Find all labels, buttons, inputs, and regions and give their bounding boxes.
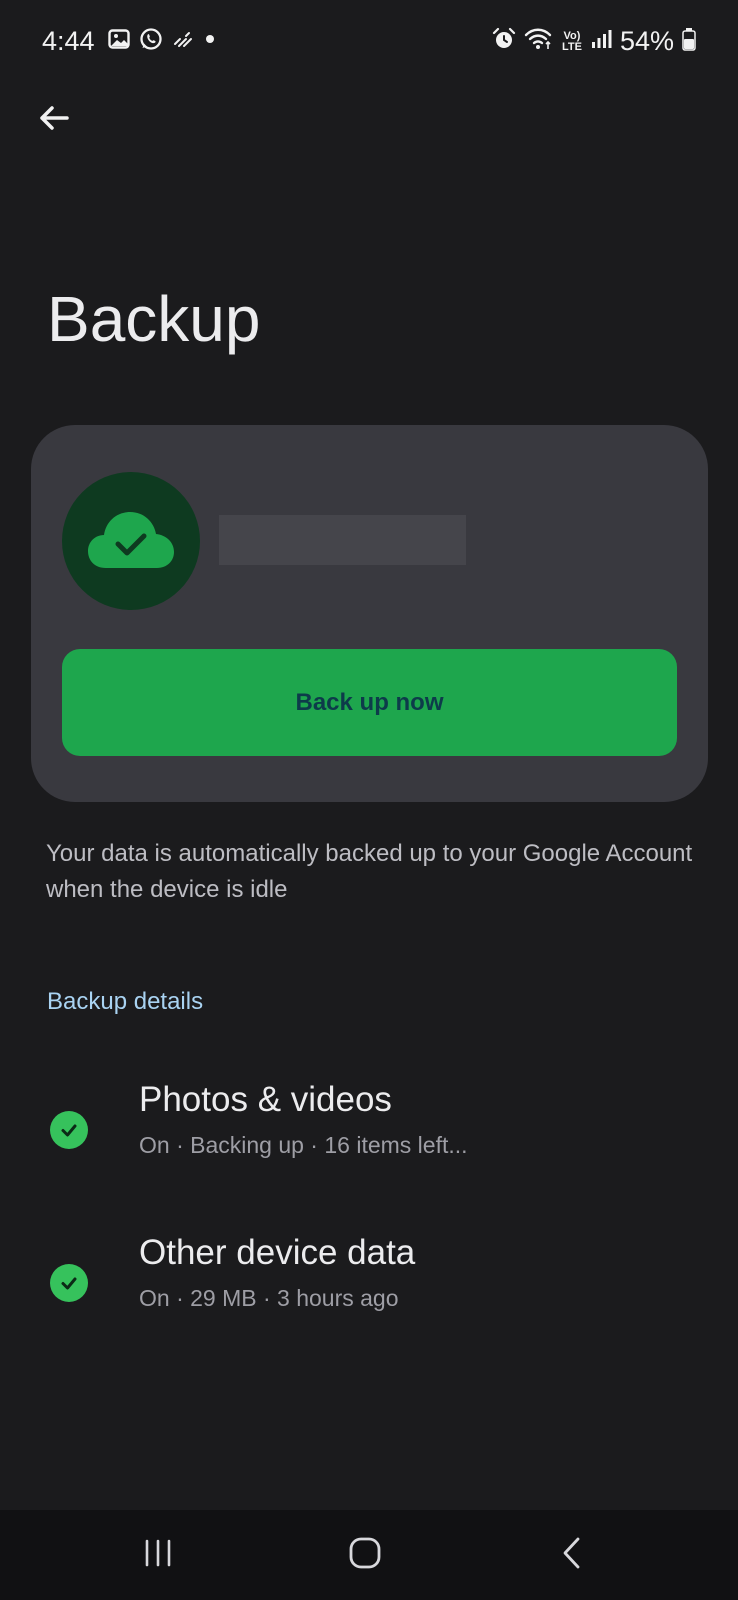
battery-percent: 54% [619, 26, 674, 56]
row-subtitle: On · 29 MB · 3 hours ago [139, 1285, 399, 1311]
home-icon [347, 1535, 383, 1576]
photos-videos-row[interactable]: Photos & videos On · Backing up · 16 ite… [0, 1060, 738, 1190]
backup-now-button[interactable]: Back up now [62, 649, 677, 756]
cloud-avatar [62, 472, 200, 610]
wifi-icon [524, 27, 554, 56]
recents-button[interactable] [98, 1510, 218, 1600]
back-icon [557, 1535, 587, 1576]
page-title: Backup [47, 283, 261, 355]
gallery-icon [108, 28, 130, 55]
row-title: Photos & videos [139, 1080, 392, 1119]
status-bar: 4:44 Vo) LTE 54% [0, 0, 738, 84]
row-title: Other device data [139, 1233, 416, 1272]
battery-icon [682, 27, 696, 56]
row-subtitle: On · Backing up · 16 items left... [139, 1132, 468, 1158]
dot-icon [203, 32, 217, 51]
back-button[interactable] [30, 96, 78, 144]
notification-icons [108, 27, 217, 56]
signal-icon [590, 28, 612, 55]
home-button[interactable] [305, 1510, 425, 1600]
cloud-check-icon [88, 508, 174, 575]
back-nav-button[interactable] [512, 1510, 632, 1600]
alarm-icon [492, 27, 516, 56]
whatsapp-icon [139, 27, 163, 56]
lte-icon: Vo) LTE [561, 29, 582, 53]
other-device-data-row[interactable]: Other device data On · 29 MB · 3 hours a… [0, 1213, 738, 1343]
backup-description: Your data is automatically backed up to … [46, 840, 693, 903]
navigation-bar [0, 1510, 738, 1600]
recents-icon [141, 1538, 175, 1573]
backup-details-header: Backup details [47, 988, 204, 1015]
backup-card: Back up now [31, 425, 708, 802]
check-circle-icon [50, 1111, 88, 1149]
account-name [219, 515, 466, 565]
back-arrow-icon [36, 100, 72, 141]
status-time: 4:44 [42, 26, 95, 56]
data-saver-icon [172, 28, 194, 55]
check-circle-icon [50, 1264, 88, 1302]
system-icons: Vo) LTE 54% [492, 26, 696, 57]
